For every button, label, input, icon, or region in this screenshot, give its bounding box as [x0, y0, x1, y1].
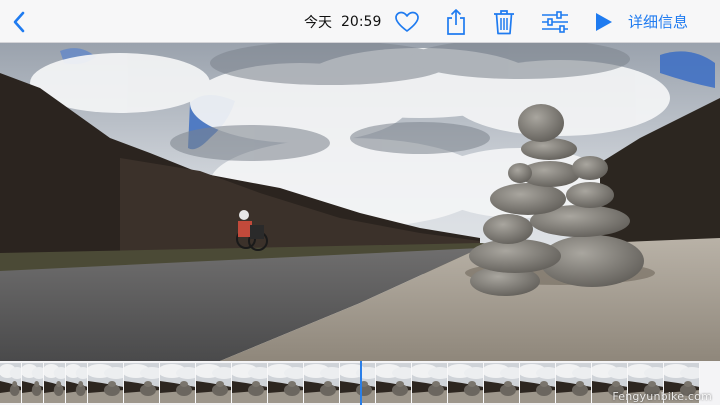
filmstrip-frame [44, 363, 66, 403]
date-label: 今天 [304, 14, 332, 31]
trash-icon [493, 9, 515, 35]
share-button[interactable] [442, 0, 470, 43]
chevron-left-icon [12, 11, 26, 33]
favorite-button[interactable] [392, 0, 422, 43]
filmstrip-frame [340, 363, 376, 403]
capture-datetime: 今天 20:59 [304, 0, 390, 43]
back-button[interactable] [4, 0, 34, 43]
photo-viewer-screen: 今天 20:59 详细信息 Fengyunbike.com [0, 0, 720, 405]
video-frame[interactable] [0, 43, 720, 361]
filmstrip-frame [268, 363, 304, 403]
top-toolbar: 今天 20:59 详细信息 [0, 0, 720, 43]
filmstrip-frame [520, 363, 556, 403]
filmstrip-frame [66, 363, 88, 403]
filmstrip-frame [376, 363, 412, 403]
edit-button[interactable] [538, 0, 572, 43]
filmstrip-frame [88, 363, 124, 403]
filmstrip-frame [448, 363, 484, 403]
details-label: 详细信息 [628, 13, 689, 31]
filmstrip-frame [412, 363, 448, 403]
sliders-icon [541, 10, 569, 33]
play-icon [595, 12, 613, 32]
filmstrip-frame [124, 363, 160, 403]
filmstrip-frame [196, 363, 232, 403]
scene-image [0, 43, 720, 361]
play-button[interactable] [590, 0, 618, 43]
filmstrip-frame [556, 363, 592, 403]
filmstrip-frame [232, 363, 268, 403]
filmstrip-scrubber[interactable]: Fengyunbike.com [0, 361, 720, 405]
filmstrip-frame [484, 363, 520, 403]
delete-button[interactable] [490, 0, 518, 43]
filmstrip-frame [160, 363, 196, 403]
details-button[interactable]: 详细信息 [628, 0, 714, 43]
heart-icon [395, 11, 419, 33]
watermark: Fengyunbike.com [612, 390, 712, 403]
playhead[interactable] [360, 361, 362, 405]
filmstrip-frame [0, 363, 22, 403]
filmstrip-frame [304, 363, 340, 403]
share-icon [445, 8, 467, 36]
time-label: 20:59 [341, 13, 382, 30]
filmstrip-frame [22, 363, 44, 403]
